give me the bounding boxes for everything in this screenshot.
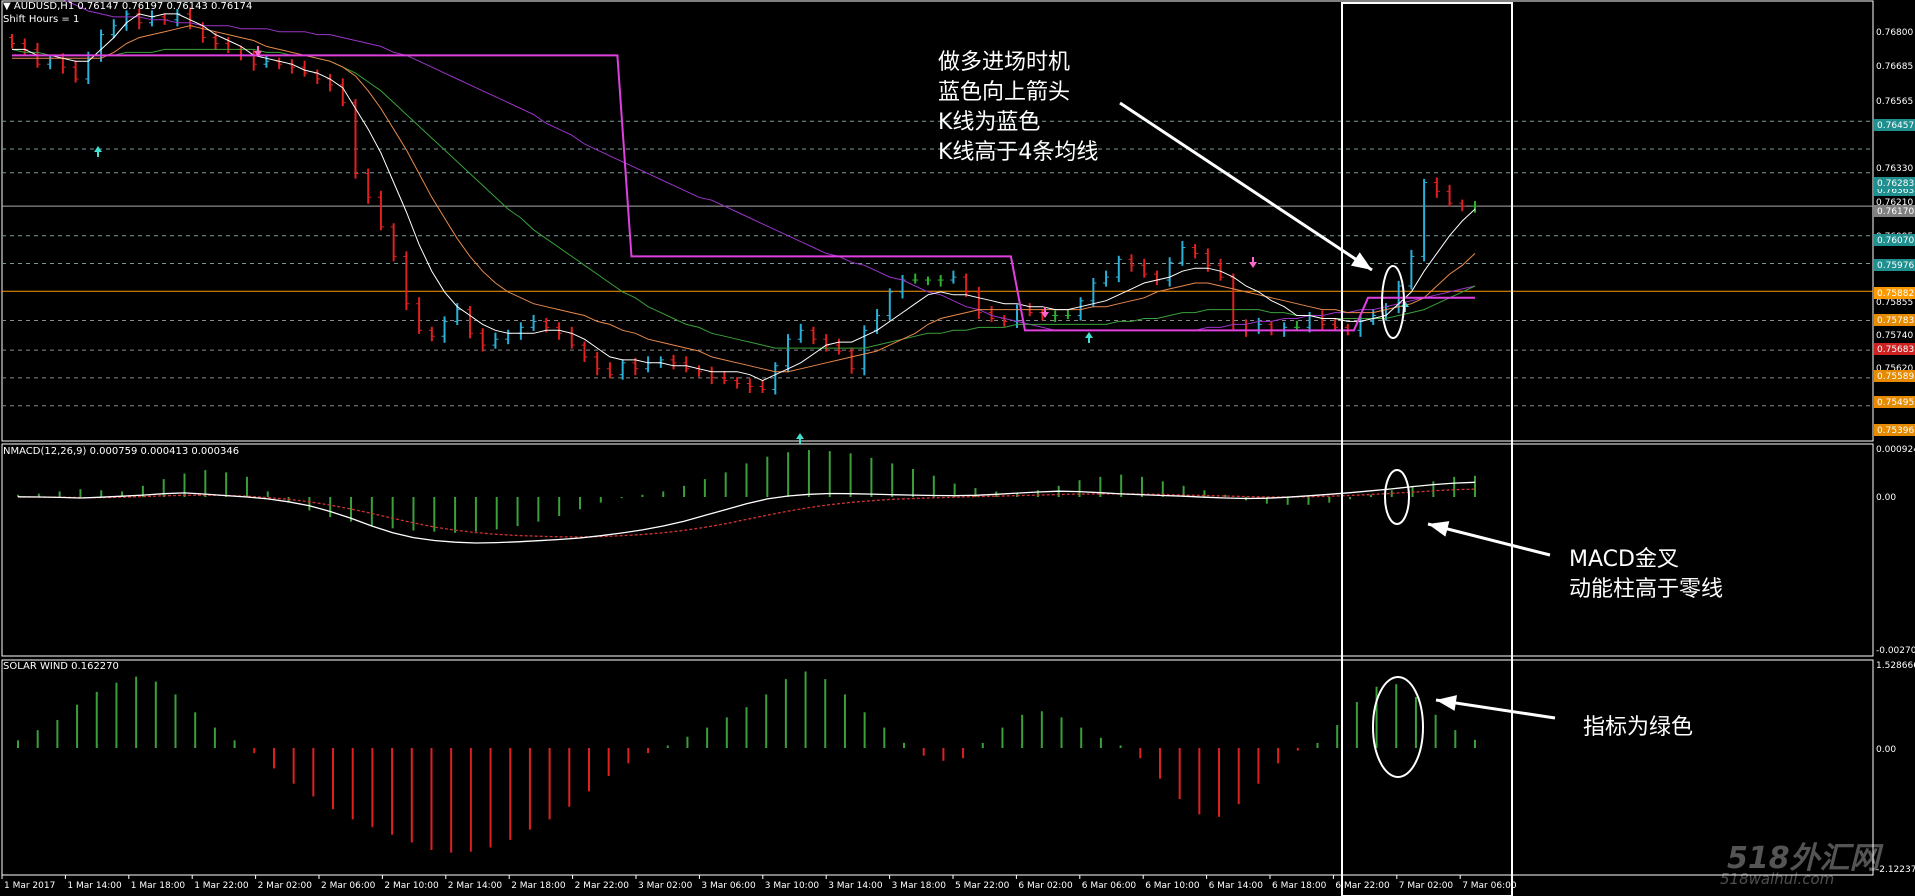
solar-axis-zero: 0.00 xyxy=(1876,745,1896,755)
solar-axis-min: -2.122370 xyxy=(1876,865,1915,875)
time-axis-label: 1 Mar 14:00 xyxy=(67,881,122,891)
price-tag-label: 0.76283 xyxy=(1877,179,1914,189)
time-axis-label: 1 Mar 22:00 xyxy=(194,881,249,891)
time-axis-label: 7 Mar 02:00 xyxy=(1399,881,1454,891)
time-axis-label: 6 Mar 10:00 xyxy=(1145,881,1200,891)
price-tag-label: 0.75495 xyxy=(1877,398,1914,408)
ohlc-readout: 0.76147 0.76197 0.76143 0.76174 xyxy=(77,1,253,12)
price-tag-label: 0.76170 xyxy=(1877,207,1914,217)
time-axis-label: 1 Mar 18:00 xyxy=(131,881,186,891)
macd-cross-highlight-ellipse xyxy=(1384,469,1410,525)
annotation-line: K线高于4条均线 xyxy=(938,140,1099,165)
price-tag-label: 0.75976 xyxy=(1877,261,1914,271)
price-tag-label: 0.75683 xyxy=(1877,345,1914,355)
macd-axis-min: -0.002707 xyxy=(1876,646,1915,656)
time-axis-label: 1 Mar 2017 xyxy=(4,881,55,891)
price-tag-label: 0.76070 xyxy=(1877,236,1914,246)
price-tag-label: 0.75589 xyxy=(1877,372,1914,382)
time-axis-label: 3 Mar 14:00 xyxy=(828,881,883,891)
ma-orange-line xyxy=(12,25,1476,373)
annotation-line: 动能柱高于零线 xyxy=(1569,577,1724,602)
time-axis-label: 3 Mar 02:00 xyxy=(638,881,693,891)
symbol-label: AUDUSD,H1 xyxy=(13,1,75,12)
annotation-line: K线为蓝色 xyxy=(938,110,1041,135)
time-axis-label: 6 Mar 02:00 xyxy=(1018,881,1073,891)
annotation-line: MACD金叉 xyxy=(1569,547,1679,572)
sell-arrow-icon xyxy=(1249,257,1257,268)
macd-axis-max: 0.000924 xyxy=(1876,445,1915,455)
chart-window[interactable]: 0.768000.766850.765650.763300.762100.760… xyxy=(0,0,1915,896)
highlight-box xyxy=(1341,2,1513,896)
price-axis-label: 0.76565 xyxy=(1876,97,1913,107)
buy-arrow-icon xyxy=(94,146,102,157)
buy-arrow-icon xyxy=(1085,332,1093,343)
annotation-line: 蓝色向上箭头 xyxy=(938,80,1071,105)
price-tag-label: 0.75396 xyxy=(1877,426,1914,436)
time-axis-label: 7 Mar 06:00 xyxy=(1462,881,1517,891)
ma-white-line xyxy=(12,13,1476,382)
price-axis-label: 0.76330 xyxy=(1876,164,1913,174)
price-axis-label: 0.75740 xyxy=(1876,331,1913,341)
time-axis-label: 5 Mar 22:00 xyxy=(955,881,1010,891)
solar-wind-indicator-label: SOLAR WIND 0.162270 xyxy=(3,661,119,672)
macd-annotation: MACD金叉 动能柱高于零线 xyxy=(1569,545,1723,605)
macd-axis-zero: 0.00 xyxy=(1876,493,1896,503)
time-axis-label: 2 Mar 06:00 xyxy=(321,881,376,891)
time-axis-label: 2 Mar 10:00 xyxy=(384,881,439,891)
annotation-line: 做多进场时机 xyxy=(938,50,1071,75)
time-axis-label: 2 Mar 02:00 xyxy=(258,881,313,891)
price-axis-label: 0.76800 xyxy=(1876,28,1913,38)
price-tag-label: 0.75783 xyxy=(1877,316,1914,326)
price-axis-label: 0.75855 xyxy=(1876,298,1913,308)
time-axis-label: 3 Mar 18:00 xyxy=(892,881,947,891)
time-axis-label: 2 Mar 18:00 xyxy=(511,881,566,891)
time-axis-label: 6 Mar 22:00 xyxy=(1335,881,1390,891)
solar-axis-max: 1.528666 xyxy=(1876,661,1915,671)
price-axis-label: 0.76685 xyxy=(1876,62,1913,72)
symbol-header: ▼ AUDUSD,H1 0.76147 0.76197 0.76143 0.76… xyxy=(3,1,252,12)
entry-pointer-arrow xyxy=(1119,101,1373,272)
arrowhead-icon xyxy=(1350,252,1372,270)
dropdown-arrow-icon[interactable]: ▼ xyxy=(3,1,11,12)
candles xyxy=(9,7,1478,395)
price-tag-label: 0.75882 xyxy=(1877,289,1914,299)
solar-annotation: 指标为绿色 xyxy=(1583,713,1693,743)
macd-indicator-label: NMACD(12,26,9) 0.000759 0.000413 0.00034… xyxy=(3,446,240,457)
time-axis-label: 3 Mar 06:00 xyxy=(701,881,756,891)
ma-green-line xyxy=(11,48,1476,349)
annotation-line: 指标为绿色 xyxy=(1583,715,1694,740)
shift-hours-label: Shift Hours = 1 xyxy=(3,14,80,25)
arrowhead-icon xyxy=(1436,695,1457,711)
time-axis-label: 2 Mar 14:00 xyxy=(448,881,503,891)
solar-wind-panel xyxy=(1,659,1874,876)
time-axis-label: 6 Mar 18:00 xyxy=(1272,881,1327,891)
long-entry-annotation: 做多进场时机 蓝色向上箭头 K线为蓝色 K线高于4条均线 xyxy=(938,48,1098,168)
time-axis-label: 3 Mar 10:00 xyxy=(765,881,820,891)
time-axis-label: 6 Mar 14:00 xyxy=(1209,881,1264,891)
price-tag-label: 0.76457 xyxy=(1877,121,1914,131)
time-axis-label: 2 Mar 22:00 xyxy=(575,881,630,891)
buy-arrow-icon xyxy=(796,433,804,444)
watermark-url: 518waihui.com xyxy=(1720,870,1835,888)
time-axis-label: 6 Mar 06:00 xyxy=(1082,881,1137,891)
